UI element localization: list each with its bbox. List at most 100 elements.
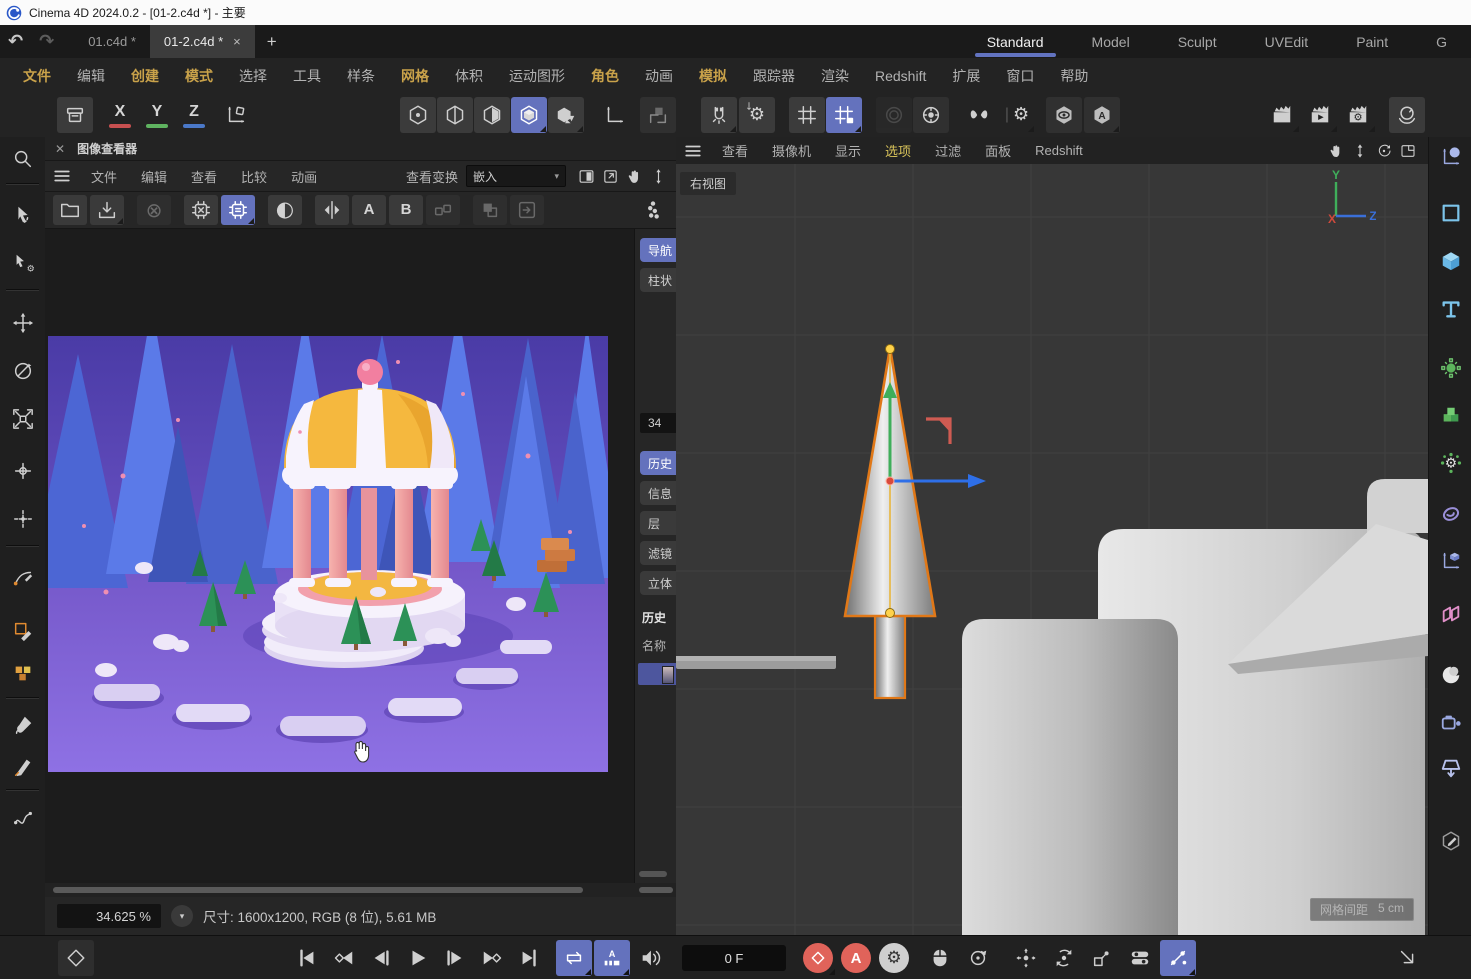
snap-move-tool-icon[interactable] xyxy=(3,499,42,538)
strip-scrollbar[interactable] xyxy=(639,871,667,877)
next-key-icon[interactable] xyxy=(474,940,510,976)
edges-mode-icon[interactable] xyxy=(437,97,473,133)
cancel-render-icon[interactable]: ⊗ xyxy=(137,195,171,225)
render-settings-icon[interactable]: ⚙ xyxy=(1340,97,1376,133)
autokeying-icon[interactable]: A xyxy=(838,940,874,976)
picture-viewer-canvas[interactable] xyxy=(45,229,635,883)
loop-playback-icon[interactable] xyxy=(556,940,592,976)
symmetry-butterfly-icon[interactable] xyxy=(961,97,997,133)
vp-menu-view[interactable]: 查看 xyxy=(710,141,760,160)
scale-tool-icon[interactable] xyxy=(3,399,42,438)
ram-flush-icon[interactable] xyxy=(184,195,218,225)
doc-tab[interactable]: 01.c4d * xyxy=(74,25,150,58)
layout-tab-standard[interactable]: Standard xyxy=(963,27,1068,57)
text-spline-icon[interactable] xyxy=(1432,289,1469,329)
workplane-icon[interactable] xyxy=(640,97,676,133)
doc-tab-active[interactable]: 01-2.c4d * × xyxy=(150,25,255,58)
menu-edit[interactable]: 编辑 xyxy=(64,66,118,86)
split-view-icon[interactable] xyxy=(574,165,598,187)
key-parameter-icon[interactable] xyxy=(1122,940,1158,976)
close-tab-icon[interactable]: × xyxy=(233,34,241,49)
menu-mesh[interactable]: 网格 xyxy=(388,66,442,86)
model-mode-icon[interactable] xyxy=(511,97,547,133)
keyframe-diamond-icon[interactable] xyxy=(58,940,94,976)
null-object-icon[interactable] xyxy=(1432,137,1469,177)
autokey-range-icon[interactable]: A xyxy=(594,940,630,976)
symmetry-settings-gear-icon[interactable]: |⚙ xyxy=(999,97,1035,133)
menu-help[interactable]: 帮助 xyxy=(1047,66,1101,86)
tab-navigation[interactable]: 导航 xyxy=(640,238,676,262)
archive-box-icon[interactable] xyxy=(57,97,93,133)
undo-icon[interactable]: ↶ xyxy=(0,33,31,51)
view-transform-select[interactable]: 嵌入 ▾ xyxy=(466,165,566,187)
add-tab-button[interactable]: + xyxy=(255,32,289,52)
zoom-percent-field[interactable]: 34.625 % xyxy=(57,904,161,928)
layout-tab-uvedit[interactable]: UVEdit xyxy=(1241,27,1333,57)
cube-primitive-icon[interactable] xyxy=(1432,241,1469,281)
dolly-icon[interactable] xyxy=(1348,140,1372,162)
go-to-start-icon[interactable] xyxy=(289,940,325,976)
render-view-icon[interactable] xyxy=(1264,97,1300,133)
viewport-view-label[interactable]: 右视图 xyxy=(680,172,736,195)
scrollbar-thumb[interactable] xyxy=(53,887,583,893)
current-frame-field[interactable]: 0 F xyxy=(682,945,786,971)
interactive-render-icon[interactable] xyxy=(1389,97,1425,133)
material-edit-icon[interactable] xyxy=(1432,821,1469,861)
previous-key-icon[interactable] xyxy=(326,940,362,976)
volume-builder-icon[interactable] xyxy=(1432,396,1469,436)
key-rotation-icon[interactable] xyxy=(1046,940,1082,976)
compare-swap-icon[interactable] xyxy=(315,195,349,225)
live-selection-icon[interactable] xyxy=(3,195,42,234)
open-folder-icon[interactable] xyxy=(53,195,87,225)
play-icon[interactable] xyxy=(400,940,436,976)
layout-tab-model[interactable]: Model xyxy=(1068,27,1154,57)
move-tool-icon[interactable] xyxy=(3,303,42,342)
compare-a-icon[interactable]: A xyxy=(352,195,386,225)
tweak-tool-icon[interactable]: ⚙ xyxy=(3,243,42,282)
layout-tab-paint[interactable]: Paint xyxy=(1332,27,1412,57)
deformer-ring-icon[interactable] xyxy=(1432,494,1469,534)
solo-eye-icon[interactable] xyxy=(1046,97,1082,133)
mouse-record-icon[interactable] xyxy=(922,940,958,976)
compare-link-icon[interactable] xyxy=(426,195,460,225)
pan-hand-icon[interactable] xyxy=(622,165,646,187)
menu-animate[interactable]: 动画 xyxy=(632,66,686,86)
redo-icon[interactable]: ↷ xyxy=(31,33,62,51)
panel-close-icon[interactable]: ✕ xyxy=(55,142,65,156)
menu-select[interactable]: 选择 xyxy=(226,66,280,86)
menu-character[interactable]: 角色 xyxy=(578,66,632,86)
sky-object-icon[interactable] xyxy=(1432,655,1469,695)
zoom-tool-icon[interactable] xyxy=(3,139,42,178)
spline-rectangle-icon[interactable] xyxy=(1432,193,1469,233)
paint-brush-icon[interactable] xyxy=(3,705,42,744)
menu-mograph[interactable]: 运动图形 xyxy=(496,66,578,86)
menu-window[interactable]: 窗口 xyxy=(993,66,1047,86)
quantize-grid-icon[interactable] xyxy=(789,97,825,133)
plane-cut-icon[interactable] xyxy=(3,611,42,650)
menu-mode[interactable]: 模式 xyxy=(172,66,226,86)
vp-menu-display[interactable]: 显示 xyxy=(823,141,873,160)
instance-icon[interactable] xyxy=(1432,594,1469,634)
vp-menu-filter[interactable]: 过滤 xyxy=(923,141,973,160)
menu-render[interactable]: 渲染 xyxy=(808,66,862,86)
tab-filter[interactable]: 滤镜 xyxy=(640,541,676,565)
spline-pen-icon[interactable] xyxy=(3,558,42,597)
key-position-icon[interactable] xyxy=(1008,940,1044,976)
coordinate-system-icon[interactable] xyxy=(218,97,254,133)
cloner-icon[interactable] xyxy=(1432,348,1469,388)
corner-resize-icon[interactable] xyxy=(1390,940,1426,976)
vp-menu-cameras[interactable]: 摄像机 xyxy=(760,141,823,160)
vp-menu-options[interactable]: 选项 xyxy=(873,141,923,160)
pan-hand-icon[interactable] xyxy=(1324,140,1348,162)
workplane-object-icon[interactable] xyxy=(1432,541,1469,581)
tab-layer[interactable]: 层 xyxy=(640,511,676,535)
quantize-lock-icon[interactable] xyxy=(826,97,862,133)
menu-spline[interactable]: 样条 xyxy=(334,66,388,86)
menu-simulate[interactable]: 模拟 xyxy=(686,66,740,86)
menu-create[interactable]: 创建 xyxy=(118,66,172,86)
viewport-filter-icon[interactable] xyxy=(876,97,912,133)
sound-icon[interactable] xyxy=(632,940,668,976)
auto-mode-icon[interactable]: A xyxy=(1084,97,1120,133)
layout-tab-more[interactable]: G xyxy=(1412,27,1471,57)
vp-menu-redshift[interactable]: Redshift xyxy=(1023,143,1095,158)
